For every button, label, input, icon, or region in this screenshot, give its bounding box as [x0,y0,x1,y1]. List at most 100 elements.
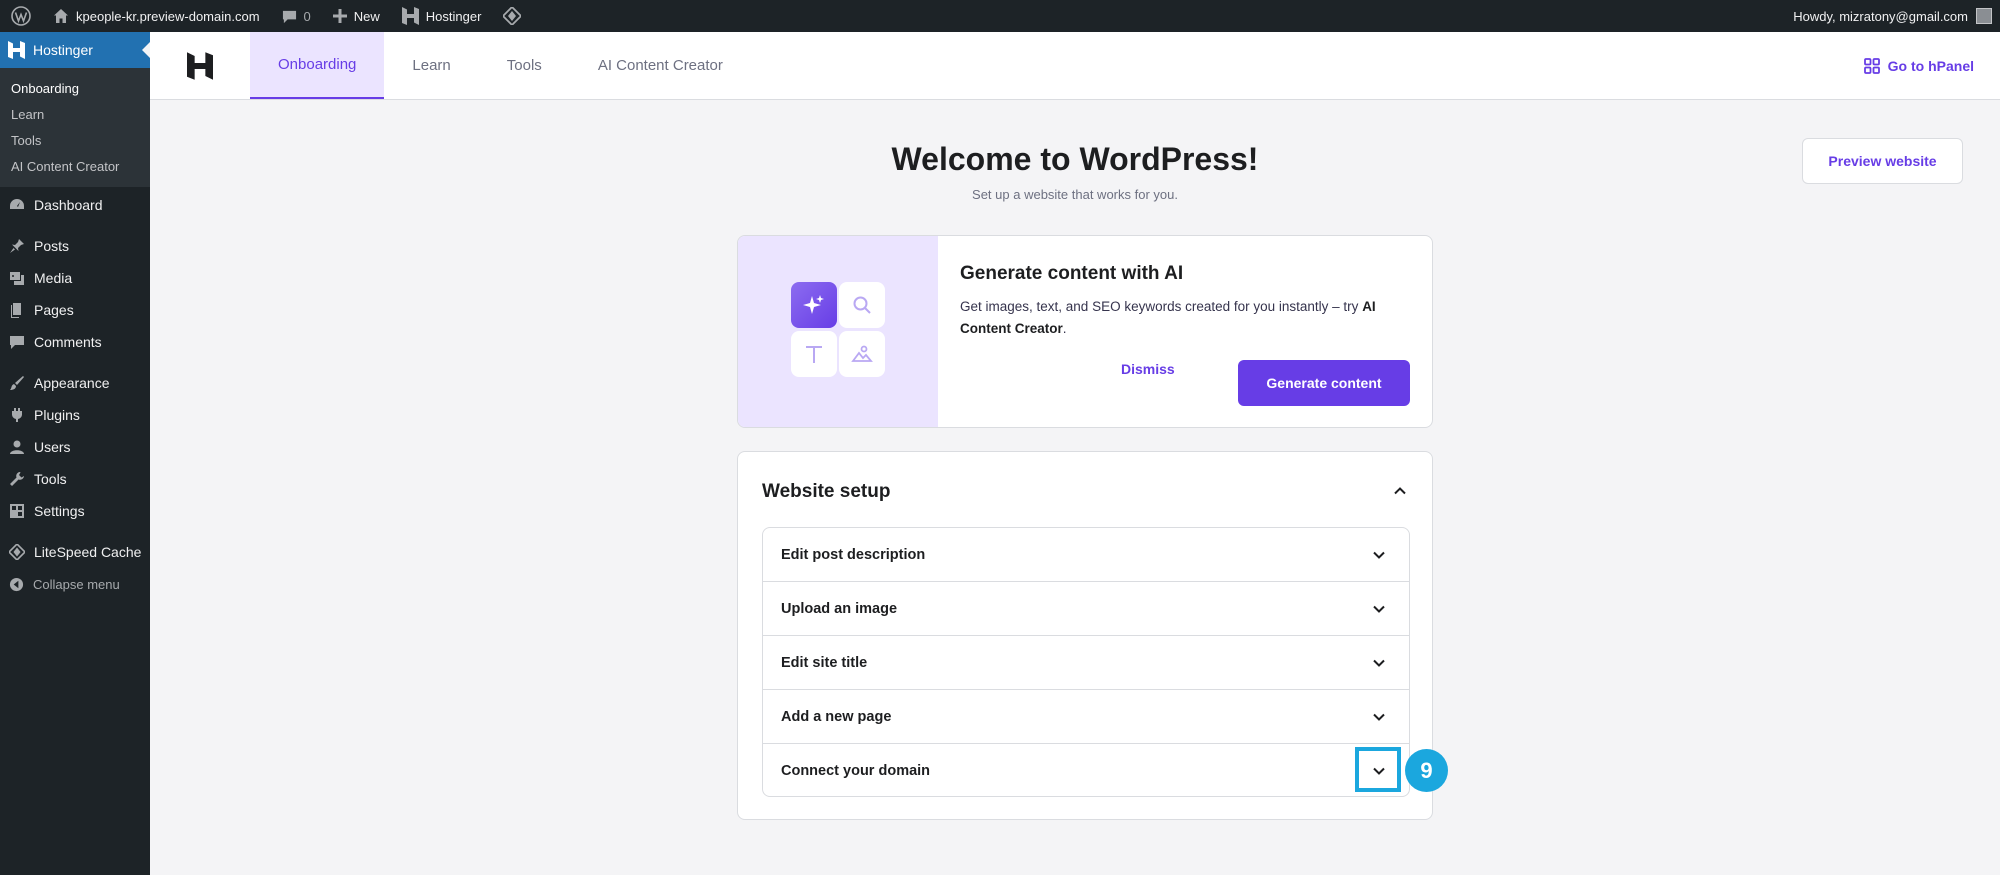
setup-title: Website setup [762,481,891,502]
hostinger-logo[interactable] [150,32,250,99]
sidebar-item-label: Tools [34,471,67,487]
comment-icon [282,10,296,23]
site-name-menu[interactable]: kpeople-kr.preview-domain.com [42,0,271,32]
submenu-learn[interactable]: Learn [0,101,150,127]
sidebar-item-label: Users [34,439,71,455]
search-tile [839,282,885,328]
sidebar-item-label: Plugins [34,407,80,423]
sparkle-icon [803,295,824,314]
plugin-icon [12,408,22,422]
sidebar-item-appearance[interactable]: Appearance [0,367,150,399]
litespeed-icon [9,544,25,560]
collapse-icon [9,577,24,591]
highlight-box [1355,747,1401,792]
task-upload-an-image[interactable]: Upload an image [763,582,1409,636]
task-label: Edit site title [781,654,868,671]
sidebar-item-tools[interactable]: Tools [0,463,150,495]
task-label: Edit post description [781,546,926,563]
wp-logo-menu[interactable] [0,0,42,32]
hpanel-label: Go to hPanel [1887,57,1974,74]
task-connect-your-domain[interactable]: Connect your domain [763,744,1409,796]
tab-onboarding[interactable]: Onboarding [250,32,385,99]
collapse-menu-button[interactable]: Collapse menu [0,568,150,600]
wp-admin-bar: kpeople-kr.preview-domain.com 0 New Host… [0,0,2000,32]
task-label: Connect your domain [781,763,931,779]
sidebar-item-plugins[interactable]: Plugins [0,399,150,431]
media-icon [10,272,24,285]
submenu-tools[interactable]: Tools [0,127,150,153]
task-add-a-new-page[interactable]: Add a new page [763,690,1409,744]
sidebar-item-posts[interactable]: Posts [0,230,150,262]
text-tile [791,331,837,377]
collapse-label: Collapse menu [33,576,120,592]
sidebar-item-media[interactable]: Media [0,262,150,294]
hostinger-submenu: Onboarding Learn Tools AI Content Creato… [0,68,150,187]
dismiss-button[interactable]: Dismiss [1121,361,1175,377]
submenu-ai-content-creator[interactable]: AI Content Creator [0,153,150,179]
hostinger-menu[interactable]: Hostinger [391,0,493,32]
comments-count: 0 [303,8,311,24]
hostinger-logo-icon [401,7,419,25]
wrench-icon [10,472,24,486]
home-icon [54,9,68,23]
hostinger-top-nav: Onboarding Learn Tools AI Content Creato… [150,32,2000,100]
pin-icon [10,239,24,253]
brush-icon [10,376,24,390]
chevron-down-icon[interactable] [1371,547,1387,563]
new-content-menu[interactable]: New [322,0,391,32]
sidebar-item-label: Settings [34,503,85,519]
sidebar-item-dashboard[interactable]: Dashboard [0,189,150,221]
sidebar-item-label: Posts [34,238,70,254]
image-icon [851,345,873,362]
howdy-text: Howdy, mizratony@gmail.com [1793,8,1968,24]
page-subtitle: Set up a website that works for you. [972,187,1178,202]
generate-content-button[interactable]: Generate content [1238,360,1410,406]
hostinger-logo-icon [187,51,213,80]
sidebar-item-hostinger[interactable]: Hostinger [0,32,150,68]
step-badge: 9 [1405,749,1448,792]
new-label: New [353,8,380,24]
ai-card-description: Get images, text, and SEO keywords creat… [960,296,1380,340]
preview-website-button[interactable]: Preview website [1802,138,1963,184]
ai-illustration [738,236,938,427]
sidebar-item-pages[interactable]: Pages [0,294,150,326]
tab-tools[interactable]: Tools [479,32,570,99]
sidebar-item-label: Hostinger [33,42,93,58]
text-icon [806,346,822,363]
sidebar-item-users[interactable]: Users [0,431,150,463]
sidebar-item-comments[interactable]: Comments [0,326,150,358]
plus-icon [332,9,347,23]
grid-icon [1863,57,1880,74]
sidebar-item-settings[interactable]: Settings [0,495,150,527]
tab-ai-content-creator[interactable]: AI Content Creator [570,32,751,99]
chevron-down-icon[interactable] [1371,709,1387,725]
task-label: Add a new page [781,708,892,725]
ai-desc-end: . [1062,321,1067,336]
avatar [1976,8,1992,24]
hostinger-logo-icon [8,41,25,59]
sidebar-item-litespeed-cache[interactable]: LiteSpeed Cache [0,536,150,568]
task-edit-post-description[interactable]: Edit post description [763,528,1409,582]
ai-content-card: Generate content with AI Get images, tex… [737,235,1433,428]
my-account-menu[interactable]: Howdy, mizratony@gmail.com [1793,8,2000,24]
pages-icon [11,303,21,318]
hostinger-label: Hostinger [425,8,482,24]
tab-learn[interactable]: Learn [384,32,478,99]
user-icon [10,440,24,454]
page-title: Welcome to WordPress! [891,141,1259,177]
go-to-hpanel-link[interactable]: Go to hPanel [1863,32,2000,99]
ai-card-body: Generate content with AI Get images, tex… [938,236,1432,427]
chevron-up-icon[interactable] [1392,483,1408,499]
chevron-down-icon[interactable] [1371,601,1387,617]
litespeed-menu[interactable] [492,0,532,32]
chevron-down-icon[interactable] [1371,655,1387,671]
submenu-onboarding[interactable]: Onboarding [0,75,150,101]
comment-icon [10,336,24,349]
task-edit-site-title[interactable]: Edit site title [763,636,1409,690]
setup-task-list: Edit post description Upload an image Ed… [762,527,1410,797]
image-tile [839,331,885,377]
comments-menu[interactable]: 0 [271,0,322,32]
sparkle-tile [791,282,837,328]
admin-sidebar: Hostinger Onboarding Learn Tools AI Cont… [0,32,150,875]
sidebar-item-label: Pages [34,302,74,318]
